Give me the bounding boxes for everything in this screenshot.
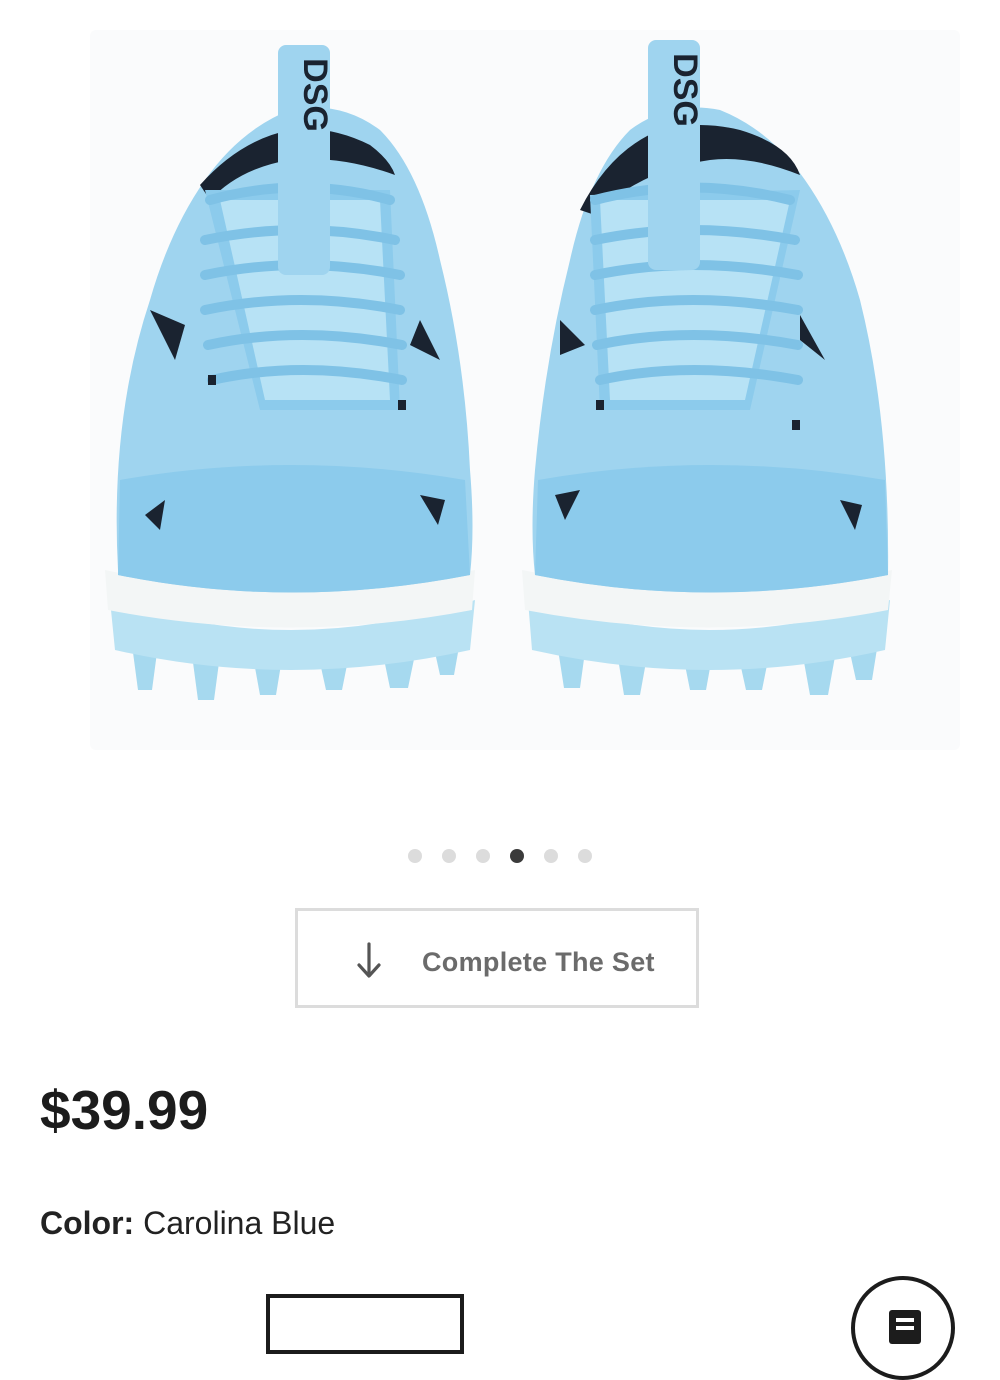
color-label: Color: [40, 1205, 135, 1241]
svg-text:DSG: DSG [296, 58, 334, 132]
floating-action-button[interactable] [851, 1276, 955, 1380]
gallery-dot-3[interactable] [476, 849, 490, 863]
product-price: $39.99 [40, 1079, 209, 1141]
svg-text:DSG: DSG [666, 53, 704, 127]
color-swatch-selected[interactable] [266, 1294, 464, 1354]
gallery-pagination-dots [0, 849, 1000, 863]
complete-the-set-label: Complete The Set [422, 947, 655, 977]
product-image-left-cleat: DSG [105, 45, 475, 700]
selected-color: Color: Carolina Blue [40, 1205, 335, 1242]
gallery-dot-1[interactable] [408, 849, 422, 863]
gallery-dot-2[interactable] [442, 849, 456, 863]
bag-icon [889, 1310, 921, 1344]
gallery-dot-6[interactable] [578, 849, 592, 863]
gallery-dot-5[interactable] [544, 849, 558, 863]
complete-the-set-button[interactable]: Complete The Set [295, 908, 699, 1008]
color-value: Carolina Blue [143, 1205, 336, 1241]
product-image-right-cleat: DSG [522, 40, 892, 695]
gallery-dot-4-active[interactable] [510, 849, 524, 863]
product-image-gallery[interactable]: DSG DSG [0, 0, 1000, 790]
arrow-down-icon [357, 942, 381, 978]
